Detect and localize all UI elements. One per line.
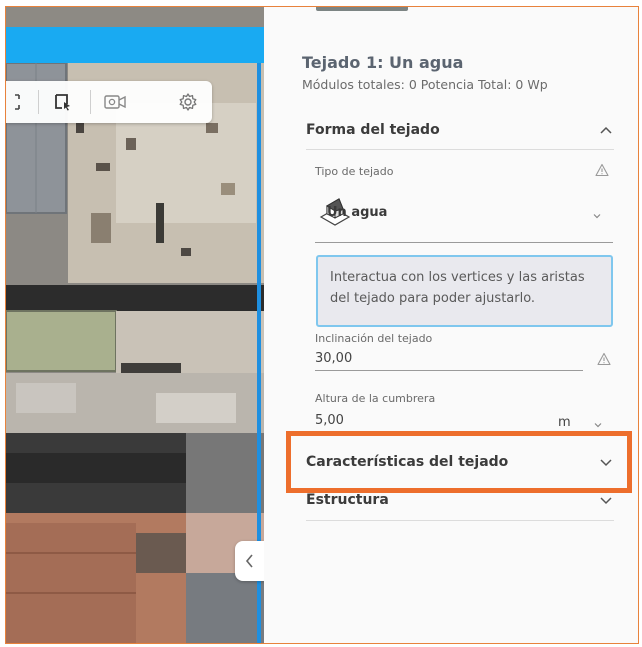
section-estructura-header[interactable]: Estructura — [306, 487, 614, 513]
warning-icon — [595, 163, 609, 177]
info-message: Interactua con los vertices y las arista… — [316, 255, 613, 327]
section-estructura-label: Estructura — [306, 492, 389, 508]
ridge-height-label: Altura de la cumbrera — [315, 392, 436, 405]
panel-drag-handle[interactable] — [316, 7, 408, 11]
section-divider — [306, 520, 614, 521]
chevron-left-icon — [245, 554, 253, 568]
satellite-imagery — [6, 63, 264, 643]
toolbar-divider — [90, 90, 91, 114]
section-forma-header[interactable]: Forma del tejado — [306, 117, 614, 143]
roof-properties-panel: Tejado 1: Un agua Módulos totales: 0 Pot… — [264, 7, 638, 643]
warning-icon — [597, 352, 611, 366]
panel-subtitle: Módulos totales: 0 Potencia Total: 0 Wp — [302, 77, 548, 92]
ridge-height-input[interactable]: 5,00 — [315, 411, 545, 433]
collapse-panel-button[interactable] — [235, 541, 264, 581]
map-top-bar — [6, 27, 264, 63]
ridge-height-unit-select[interactable]: m — [558, 415, 571, 430]
section-caracteristicas-header[interactable]: Características del tejado — [306, 449, 614, 475]
video-camera-icon — [104, 95, 126, 109]
app-window: Tejado 1: Un agua Módulos totales: 0 Pot… — [5, 6, 639, 644]
roof-type-value: Un agua — [327, 205, 388, 220]
panel-title: Tejado 1: Un agua — [302, 53, 464, 72]
inclination-input[interactable]: 30,00 — [315, 349, 583, 371]
video-camera-tool[interactable] — [98, 86, 132, 118]
inclination-label: Inclinación del tejado — [315, 332, 433, 345]
section-divider — [306, 149, 614, 150]
section-forma-label: Forma del tejado — [306, 122, 440, 138]
section-caracteristicas-label: Características del tejado — [306, 454, 509, 470]
chevron-down-icon — [600, 459, 612, 467]
map-toolbar — [6, 81, 212, 123]
gear-icon — [179, 93, 197, 111]
toolbar-divider — [38, 90, 39, 114]
settings-tool[interactable] — [170, 86, 206, 118]
polygon-select-tool[interactable] — [46, 86, 80, 118]
chevron-up-icon — [600, 126, 612, 134]
roof-type-label: Tipo de tejado — [315, 165, 394, 178]
select-corners-icon — [15, 94, 20, 110]
chevron-down-icon — [600, 497, 612, 505]
polygon-select-icon — [55, 94, 70, 111]
chevron-down-icon[interactable] — [592, 211, 602, 221]
select-corners-tool[interactable] — [6, 86, 30, 118]
chevron-down-icon[interactable] — [593, 420, 603, 430]
satellite-map[interactable] — [6, 7, 264, 643]
